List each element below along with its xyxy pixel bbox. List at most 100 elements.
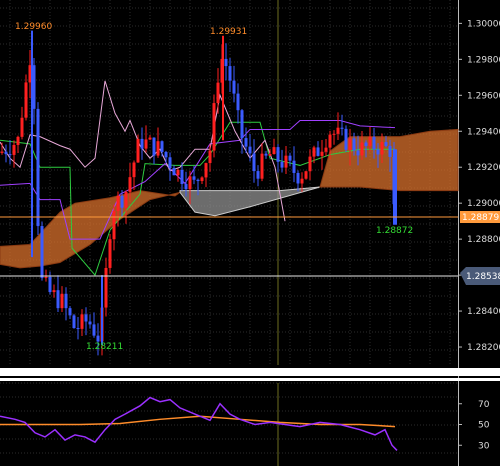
candle-body bbox=[252, 153, 256, 172]
candle-body bbox=[200, 177, 204, 182]
candle-body bbox=[352, 138, 356, 151]
candle-body bbox=[0, 151, 4, 153]
candle-body bbox=[348, 138, 352, 150]
candle-body bbox=[96, 335, 100, 342]
candle-body bbox=[144, 139, 148, 149]
candle-body bbox=[288, 155, 292, 161]
candle-body bbox=[188, 176, 192, 190]
trading-chart[interactable]: 1.30000 1.29800 1.29600 1.29400 1.29200 1.290… bbox=[0, 0, 500, 466]
price-tick-label: 1.29400 bbox=[467, 127, 500, 137]
candle-body bbox=[152, 137, 156, 156]
candle-body bbox=[384, 142, 388, 146]
candle-body bbox=[216, 82, 220, 104]
crosshair-price-text: 1.28538 bbox=[466, 272, 500, 282]
candle-body bbox=[12, 144, 16, 155]
candle-body bbox=[128, 177, 132, 192]
candle-body bbox=[272, 147, 276, 155]
price-tick-label: 1.29000 bbox=[467, 199, 500, 209]
pane-separator-top[interactable] bbox=[0, 368, 500, 376]
candle-body bbox=[172, 168, 176, 176]
candle-body bbox=[36, 108, 40, 227]
candle-body bbox=[244, 138, 248, 147]
candle-body bbox=[168, 157, 172, 169]
candle-body bbox=[340, 127, 344, 129]
candle-body bbox=[344, 128, 348, 150]
osc-tick-label: 70 bbox=[478, 400, 490, 410]
candle-body bbox=[304, 171, 308, 179]
price-tick-label: 1.28200 bbox=[467, 343, 500, 353]
candle-body bbox=[232, 80, 236, 94]
price-tick-label: 1.29800 bbox=[467, 55, 500, 65]
candle-body bbox=[140, 138, 144, 149]
cloud-area-neutral bbox=[179, 186, 321, 217]
candle-body bbox=[360, 142, 364, 156]
cloud-area-bearish bbox=[319, 128, 459, 192]
candle-body bbox=[8, 154, 12, 156]
candle-body bbox=[284, 155, 288, 168]
candle-body bbox=[16, 136, 20, 145]
candle-body bbox=[224, 58, 228, 67]
high-label-right: 1.29931 bbox=[210, 27, 247, 37]
candle-body bbox=[260, 153, 264, 179]
candle-body bbox=[176, 169, 180, 176]
candle-body bbox=[108, 239, 112, 268]
candle-body bbox=[316, 147, 320, 156]
price-tags: 1.28879 1.28538 bbox=[460, 211, 500, 285]
candle-body bbox=[56, 290, 60, 309]
candle-body bbox=[104, 267, 108, 308]
candle-body bbox=[276, 147, 280, 162]
candle-body bbox=[160, 141, 164, 152]
current-price-text: 1.28879 bbox=[462, 213, 499, 223]
candle-body bbox=[64, 293, 68, 309]
price-tick-label: 1.30000 bbox=[467, 19, 500, 29]
low-label: 1.28211 bbox=[86, 342, 123, 352]
candle-body bbox=[120, 195, 124, 208]
candle-body bbox=[256, 171, 260, 179]
candle-body bbox=[184, 184, 188, 190]
candle-body bbox=[180, 169, 184, 185]
pane-separator-bottom[interactable] bbox=[0, 378, 500, 381]
candle-body bbox=[356, 150, 360, 156]
candle-body bbox=[204, 163, 208, 178]
price-axis: 1.30000 1.29800 1.29600 1.29400 1.29200 1.290… bbox=[458, 19, 500, 353]
oscillator-pane bbox=[0, 396, 398, 451]
candle-body bbox=[308, 156, 312, 172]
candle-body bbox=[368, 136, 372, 146]
candle-body bbox=[68, 308, 72, 316]
price-tick-label: 1.28800 bbox=[467, 235, 500, 245]
candle-body bbox=[332, 133, 336, 135]
osc-tick-label: 50 bbox=[478, 421, 490, 431]
price-tick-label: 1.29600 bbox=[467, 91, 500, 101]
candle-body bbox=[164, 151, 168, 158]
candle-body bbox=[116, 195, 120, 211]
candle-body bbox=[320, 151, 324, 156]
candle-body bbox=[300, 178, 304, 184]
price-tick-label: 1.28400 bbox=[467, 307, 500, 317]
candle-body bbox=[136, 138, 140, 163]
candle-body bbox=[376, 149, 380, 155]
candle-body bbox=[4, 151, 8, 155]
osc-tick-label: 30 bbox=[478, 441, 490, 451]
candle-body bbox=[20, 117, 24, 137]
candle-body bbox=[76, 328, 80, 330]
candle-body bbox=[44, 276, 48, 278]
candle-body bbox=[148, 137, 152, 140]
candle-body bbox=[336, 127, 340, 134]
candle-body bbox=[92, 324, 96, 336]
candle-body bbox=[40, 226, 44, 278]
candle-body bbox=[80, 314, 84, 329]
cloud-area-bearish bbox=[0, 190, 181, 269]
candle-body bbox=[48, 276, 52, 293]
candle-body bbox=[296, 172, 300, 184]
candle-body bbox=[88, 321, 92, 325]
candle-body bbox=[212, 103, 216, 151]
candle-body bbox=[292, 160, 296, 173]
candle-body bbox=[72, 315, 76, 329]
candle-body bbox=[132, 162, 136, 178]
candle-body bbox=[236, 93, 240, 111]
candle-body bbox=[228, 66, 232, 81]
candle-body bbox=[124, 191, 128, 208]
oscillator-axis: 70 50 30 bbox=[458, 400, 490, 451]
candle-body bbox=[380, 142, 384, 155]
candle-body bbox=[156, 141, 160, 156]
